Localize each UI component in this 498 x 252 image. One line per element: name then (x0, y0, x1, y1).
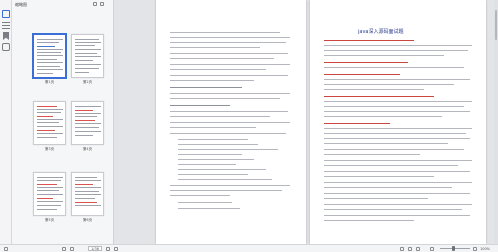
last-page-icon[interactable] (114, 247, 118, 251)
page-thumbnail[interactable] (33, 172, 66, 216)
prev-page-icon[interactable] (70, 247, 74, 251)
thumbnail-panel: 缩略图 第1页 第2页 第3页 第4页 第5页 第6页 (12, 0, 114, 244)
zoom-slider-handle[interactable] (452, 246, 455, 251)
zoom-level: 100% (480, 247, 491, 251)
page-number-input[interactable]: 1/36 (88, 246, 102, 251)
outline-icon[interactable] (2, 21, 10, 29)
bookmark-icon[interactable] (2, 32, 10, 40)
thumbnail-label: 第5页 (44, 218, 55, 222)
page-title: java深入源码面试题 (358, 29, 404, 35)
single-page-view-icon[interactable] (400, 247, 404, 251)
double-page-view-icon[interactable] (408, 247, 412, 251)
document-page-left (156, 0, 306, 244)
panel-tools (93, 2, 109, 7)
thumbnail-view-icon[interactable] (2, 10, 10, 18)
pdf-viewer-window: 缩略图 第1页 第2页 第3页 第4页 第5页 第6页 java深入源码面试题 … (0, 0, 498, 252)
document-page-right: java深入源码面试题 (310, 0, 486, 244)
thumbnail-label: 第4页 (82, 147, 93, 151)
menu-icon[interactable] (4, 247, 8, 251)
page-thumbnail[interactable] (32, 33, 67, 79)
page-thumbnail[interactable] (71, 34, 104, 78)
first-page-icon[interactable] (62, 247, 66, 251)
thumbnail-label: 第1页 (44, 80, 55, 84)
panel-title: 缩略图 (15, 2, 27, 7)
zoom-in-icon[interactable] (473, 247, 477, 251)
panel-option-icon[interactable] (93, 2, 97, 6)
thumbnail-label: 第6页 (82, 218, 93, 222)
comment-icon[interactable] (2, 43, 10, 51)
side-icon-bar (0, 0, 12, 244)
page-thumbnail[interactable] (33, 101, 66, 145)
next-page-icon[interactable] (106, 247, 110, 251)
document-view[interactable]: java深入源码面试题 (114, 0, 498, 244)
vertical-scrollbar[interactable] (494, 0, 498, 244)
status-bar: 1/36 100% (0, 244, 498, 252)
thumbnail-label: 第3页 (44, 147, 55, 151)
zoom-slider[interactable] (440, 248, 470, 249)
panel-close-icon[interactable] (100, 2, 104, 6)
page-thumbnail[interactable] (71, 101, 104, 145)
scrollbar-thumb[interactable] (495, 10, 497, 40)
page-thumbnail[interactable] (71, 172, 104, 216)
thumbnail-label: 第2页 (82, 80, 93, 84)
zoom-out-icon[interactable] (430, 247, 434, 251)
fit-width-icon[interactable] (416, 247, 420, 251)
